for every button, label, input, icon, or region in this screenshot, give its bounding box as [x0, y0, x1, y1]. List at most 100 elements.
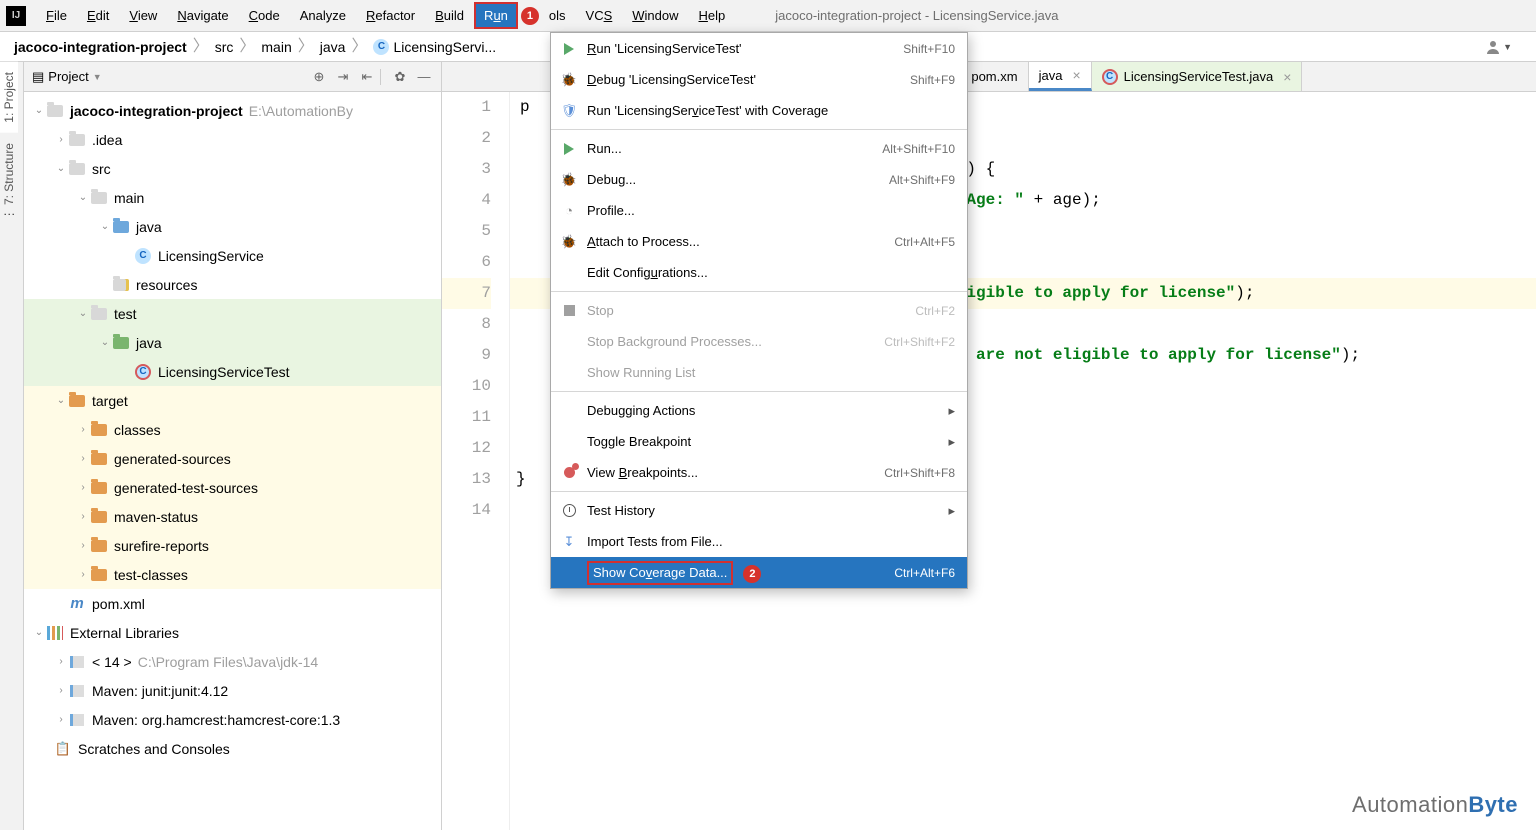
tree-item-licensingservicetest[interactable]: CLicensingServiceTest [24, 357, 441, 386]
breakpoints-icon [559, 463, 579, 483]
editor-tab[interactable]: java× [1029, 62, 1092, 91]
tree-item-classes[interactable]: ›classes [24, 415, 441, 444]
tree-item-generated-sources[interactable]: ›generated-sources [24, 444, 441, 473]
menu-edit[interactable]: Edit [77, 2, 119, 29]
bug-icon: 🐞 [559, 232, 579, 252]
tree-item-licensingservice[interactable]: CLicensingService [24, 241, 441, 270]
tree-item-pom-xml[interactable]: mpom.xml [24, 589, 441, 618]
callout-2: 2 [743, 565, 761, 583]
menu-vcs[interactable]: VCS [576, 2, 623, 29]
menu-item-view-breakpoints-[interactable]: View Breakpoints...Ctrl+Shift+F8 [551, 457, 967, 488]
user-icon [1485, 39, 1501, 55]
tree-scratches[interactable]: 📋Scratches and Consoles [24, 734, 441, 763]
run-menu-dropdown: Run 'LicensingServiceTest'Shift+F10🐞Debu… [550, 32, 968, 589]
breadcrumb-1[interactable]: src [215, 39, 234, 55]
editor-tab[interactable]: CLicensingServiceTest.java× [1092, 62, 1303, 91]
menu-run[interactable]: Run [474, 2, 518, 29]
close-icon[interactable]: × [1283, 69, 1291, 85]
blank-icon [559, 363, 579, 383]
project-title[interactable]: Project [48, 69, 88, 84]
line-number: 8 [442, 309, 491, 340]
window-title: jacoco-integration-project - LicensingSe… [775, 8, 1058, 23]
tree-item-java[interactable]: ⌄java [24, 212, 441, 241]
line-number: 13 [442, 464, 491, 495]
menu-item-run-licensingservicetest-[interactable]: Run 'LicensingServiceTest'Shift+F10 [551, 33, 967, 64]
menu-window[interactable]: Window [622, 2, 688, 29]
menu-item-test-history[interactable]: Test History▸ [551, 495, 967, 526]
blank-icon [559, 432, 579, 452]
menu-item-attach-to-process-[interactable]: 🐞Attach to Process...Ctrl+Alt+F5 [551, 226, 967, 257]
line-number: 12 [442, 433, 491, 464]
tree-item-main[interactable]: ⌄main [24, 183, 441, 212]
menu-file[interactable]: File [36, 2, 77, 29]
tree-external-libraries[interactable]: ⌄External Libraries [24, 618, 441, 647]
menu-build[interactable]: Build [425, 2, 474, 29]
line-number: 4 [442, 185, 491, 216]
breadcrumb-4[interactable]: CLicensingServi... [373, 39, 496, 55]
locate-icon[interactable]: ⊕ [310, 68, 328, 86]
hide-icon[interactable]: — [415, 68, 433, 86]
menu-refactor[interactable]: Refactor [356, 2, 425, 29]
tree-item-maven-status[interactable]: ›maven-status [24, 502, 441, 531]
expand-all-icon[interactable]: ⇥ [334, 68, 352, 86]
tree-item--idea[interactable]: ›.idea [24, 125, 441, 154]
menu-item-show-coverage-data-[interactable]: Show Coverage Data...2Ctrl+Alt+F6 [551, 557, 967, 588]
tree-lib[interactable]: ›< 14 > C:\Program Files\Java\jdk-14 [24, 647, 441, 676]
menu-item-import-tests-from-file-[interactable]: ↧Import Tests from File... [551, 526, 967, 557]
menu-item-edit-configurations-[interactable]: Edit Configurations... [551, 257, 967, 288]
bug-icon: 🐞 [559, 70, 579, 90]
callout-1: 1 [521, 7, 539, 25]
menu-item-profile-[interactable]: ◔Profile... [551, 195, 967, 226]
user-dropdown[interactable]: ▼ [1485, 39, 1512, 55]
settings-icon[interactable]: ✿ [391, 68, 409, 86]
menu-item-debug-[interactable]: 🐞Debug...Alt+Shift+F9 [551, 164, 967, 195]
tree-item-java[interactable]: ⌄java [24, 328, 441, 357]
menu-item-run-[interactable]: Run...Alt+Shift+F10 [551, 133, 967, 164]
project-tool-window: ▤ Project ▼ ⊕ ⇥ ⇤ ✿ — ⌄jacoco-integratio… [24, 62, 442, 830]
menu-view[interactable]: View [119, 2, 167, 29]
menu-item-toggle-breakpoint[interactable]: Toggle Breakpoint▸ [551, 426, 967, 457]
import-icon: ↧ [559, 532, 579, 552]
tree-lib[interactable]: ›Maven: junit:junit:4.12 [24, 676, 441, 705]
line-number: 7 [442, 278, 491, 309]
left-tool-rail: 1: Project ⋮ 7: Structure [0, 62, 24, 830]
rail-tab-structure[interactable]: ⋮ 7: Structure [0, 133, 18, 230]
rail-tab-project[interactable]: 1: Project [0, 62, 18, 133]
bug-icon: 🐞 [559, 170, 579, 190]
line-number: 1 [442, 92, 491, 123]
play-icon [559, 39, 579, 59]
menu-item-debugging-actions[interactable]: Debugging Actions▸ [551, 395, 967, 426]
menu-help[interactable]: Help [689, 2, 736, 29]
tree-root[interactable]: ⌄jacoco-integration-project E:\Automatio… [24, 96, 441, 125]
play-icon [559, 139, 579, 159]
breadcrumb-0[interactable]: jacoco-integration-project [14, 39, 187, 55]
close-icon[interactable]: × [1072, 67, 1080, 83]
menu-tools[interactable]: ols [539, 2, 576, 29]
line-number: 5 [442, 216, 491, 247]
app-icon: IJ [6, 6, 26, 26]
coverage-icon: 🛡 [559, 101, 579, 121]
menu-item-run-licensingservicetest-with-coverage[interactable]: 🛡Run 'LicensingServiceTest' with Coverag… [551, 95, 967, 126]
menu-analyze[interactable]: Analyze [290, 2, 356, 29]
breadcrumb-3[interactable]: java [320, 39, 346, 55]
line-number: 6 [442, 247, 491, 278]
tree-lib[interactable]: ›Maven: org.hamcrest:hamcrest-core:1.3 [24, 705, 441, 734]
tree-item-resources[interactable]: resources [24, 270, 441, 299]
tree-item-generated-test-sources[interactable]: ›generated-test-sources [24, 473, 441, 502]
tree-item-test-classes[interactable]: ›test-classes [24, 560, 441, 589]
collapse-all-icon[interactable]: ⇤ [358, 68, 376, 86]
menu-navigate[interactable]: Navigate [167, 2, 238, 29]
tree-item-test[interactable]: ⌄test [24, 299, 441, 328]
blank-icon [559, 401, 579, 421]
watermark: AutomationByte [1352, 792, 1518, 818]
breadcrumb-2[interactable]: main [261, 39, 291, 55]
tree-item-surefire-reports[interactable]: ›surefire-reports [24, 531, 441, 560]
menu-code[interactable]: Code [239, 2, 290, 29]
project-tree[interactable]: ⌄jacoco-integration-project E:\Automatio… [24, 92, 441, 830]
menu-bar: IJ FileEditViewNavigateCodeAnalyzeRefact… [0, 0, 1536, 32]
menu-item-show-running-list: Show Running List [551, 357, 967, 388]
menu-item-debug-licensingservicetest-[interactable]: 🐞Debug 'LicensingServiceTest'Shift+F9 [551, 64, 967, 95]
menu-item-stop: StopCtrl+F2 [551, 295, 967, 326]
tree-item-target[interactable]: ⌄target [24, 386, 441, 415]
tree-item-src[interactable]: ⌄src [24, 154, 441, 183]
